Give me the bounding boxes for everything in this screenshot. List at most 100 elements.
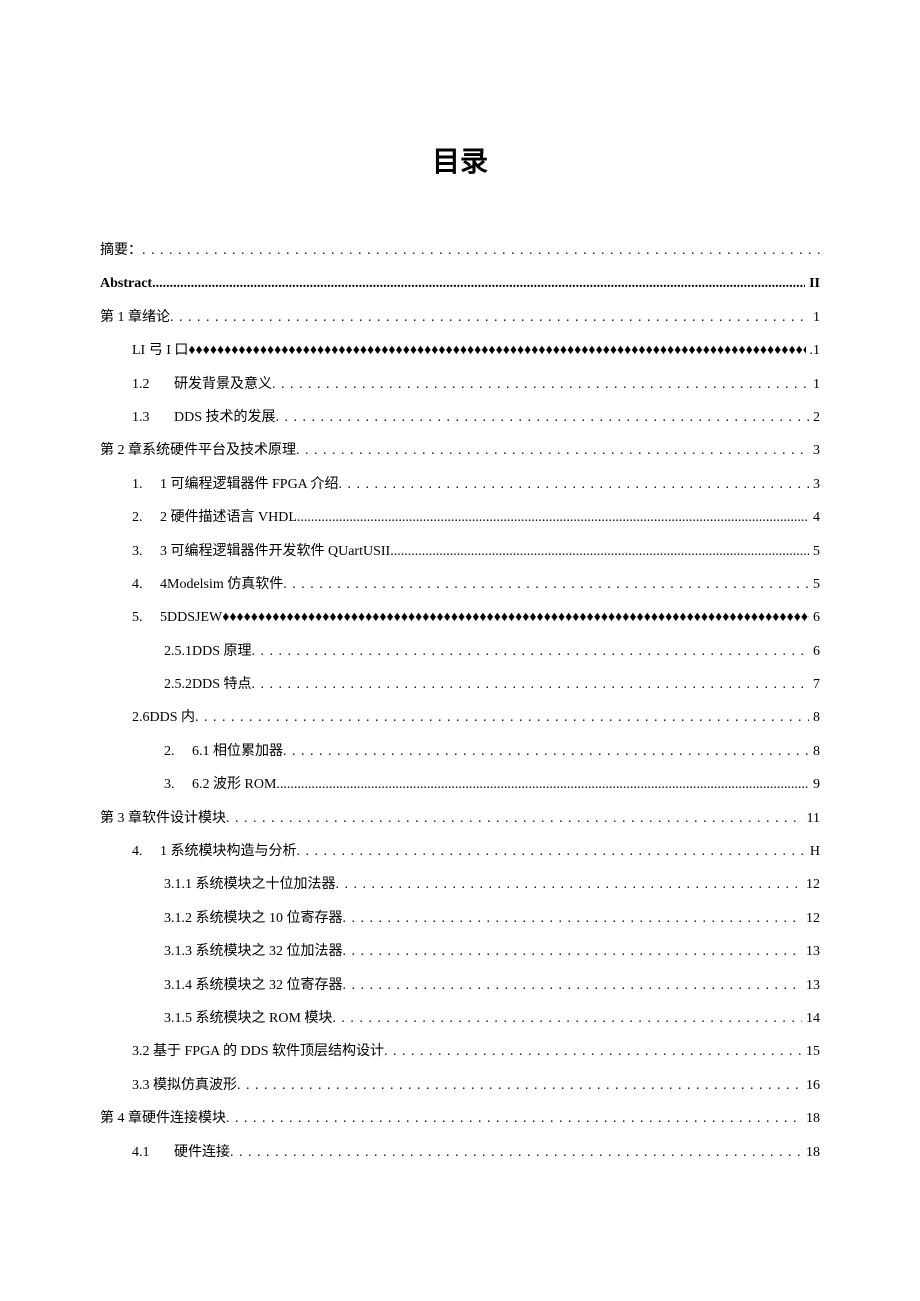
toc-label: 第 1 章绪论 [100,307,170,329]
toc-page-number: 5 [809,541,820,563]
toc-num: 2. [164,741,192,763]
toc-label: 4.1 系统模块构造与分析 [132,841,297,863]
toc-label: 第 3 章软件设计模块 [100,808,226,830]
toc-entry-ch3-1-5: 3.1.5 系统模块之 ROM 模块 14 [100,1008,820,1030]
toc-text: 2 硬件描述语言 VHDL [160,510,297,525]
toc-leader [276,774,809,796]
toc-label: 3.1.2 系统模块之 10 位寄存器 [164,908,343,930]
toc-label: LI 弓 I 口 [132,340,188,362]
toc-num: 1. [132,474,160,496]
toc-num: 4.1 [132,1142,160,1164]
toc-leader [332,1008,802,1030]
toc-text: 硬件连接 [174,1145,230,1160]
toc-num: 3. [132,541,160,563]
toc-page-number: 6 [809,641,820,663]
toc-page-number: 1 [809,307,820,329]
toc-leader [252,641,809,663]
toc-text: 5DDSJEW [160,610,222,625]
toc-label: 4.1 硬件连接 [132,1142,230,1164]
toc-label: 5.5DDSJEW [132,607,222,629]
toc-text: 研发背景及意义 [174,377,272,392]
toc-title: 目录 [100,140,820,180]
toc-entry-ch4: 第 4 章硬件连接模块 18 [100,1108,820,1130]
toc-entry-ch2-5-2: 2.5.2DDS 特点 7 [100,674,820,696]
toc-label: 3.1.3 系统模块之 32 位加法器 [164,941,343,963]
toc-entry-ch2-6-2: 3.6.2 波形 ROM 9 [100,774,820,796]
toc-leader [188,340,805,362]
toc-num: 4. [132,841,160,863]
toc-num: 5. [132,607,160,629]
toc-leader [390,541,809,563]
toc-leader [343,941,803,963]
toc-leader [195,707,809,729]
toc-entry-ch1: 第 1 章绪论 1 [100,307,820,329]
toc-leader [283,741,809,763]
toc-entry-ch2-6-1: 2.6.1 相位累加器 8 [100,741,820,763]
toc-page-number: 18 [802,1108,820,1130]
toc-entry-abstract-zh: 摘要： [100,240,820,262]
toc-page-number: 13 [802,975,820,997]
toc-label: 1.3 DDS 技术的发展 [132,407,276,429]
toc-page-number: 2 [809,407,820,429]
toc-entry-ch2-1: 1.1 可编程逻辑器件 FPGA 介绍 3 [100,474,820,496]
toc-label: Abstract [100,273,152,295]
toc-label: 1.1 可编程逻辑器件 FPGA 介绍 [132,474,339,496]
toc-label: 4.4Modelsim 仿真软件 [132,574,283,596]
toc-page-number: II [805,273,820,295]
toc-leader [297,841,806,863]
toc-page-number: 1 [809,374,820,396]
toc-num: 2. [132,507,160,529]
toc-leader [384,1041,802,1063]
toc-entry-ch3-1: 4.1 系统模块构造与分析 H [100,841,820,863]
toc-page-number: 8 [809,741,820,763]
toc-leader [252,674,809,696]
toc-label: 2.5.2DDS 特点 [164,674,252,696]
toc-entry-ch1-2: 1.2研发背景及意义 1 [100,374,820,396]
toc-num: 1.3 [132,407,160,429]
toc-leader [283,574,809,596]
toc-page-number: 14 [802,1008,820,1030]
toc-leader [297,507,809,529]
toc-text: 1 可编程逻辑器件 FPGA 介绍 [160,477,339,492]
toc-entry-ch2-5: 5.5DDSJEW 6 [100,607,820,629]
toc-entry-ch3-1-3: 3.1.3 系统模块之 32 位加法器 13 [100,941,820,963]
toc-page-number: H [806,841,820,863]
toc-text: 6.1 相位累加器 [192,744,283,759]
toc-label: 1.2研发背景及意义 [132,374,272,396]
toc-num: 4. [132,574,160,596]
toc-page-number: 13 [802,941,820,963]
toc-page-number: 3 [809,440,820,462]
toc-text: 3 可编程逻辑器件开发软件 QUartUSII [160,544,390,559]
toc-label: 2.2 硬件描述语言 VHDL [132,507,297,529]
toc-label: 2.6DDS 内 [132,707,195,729]
toc-leader [336,874,803,896]
toc-leader [152,273,805,295]
toc-entry-ch1-3: 1.3 DDS 技术的发展 2 [100,407,820,429]
toc-label: 3.1.1 系统模块之十位加法器 [164,874,336,896]
toc-page-number: 9 [809,774,820,796]
toc-label: 2.6.1 相位累加器 [164,741,283,763]
toc-leader [237,1075,802,1097]
toc-entry-ch4-1: 4.1 硬件连接 18 [100,1142,820,1164]
toc-entry-ch2: 第 2 章系统硬件平台及技术原理 3 [100,440,820,462]
toc-leader [142,240,820,262]
toc-leader [170,307,809,329]
document-page: 目录 摘要： Abstract II 第 1 章绪论 1 LI 弓 I 口 .1… [0,0,920,1235]
toc-page-number: 7 [809,674,820,696]
toc-page-number: 18 [802,1142,820,1164]
toc-entry-ch2-6: 2.6DDS 内 8 [100,707,820,729]
toc-label: 3.1.4 系统模块之 32 位寄存器 [164,975,343,997]
toc-entry-ch3-1-4: 3.1.4 系统模块之 32 位寄存器 13 [100,975,820,997]
toc-text: DDS 技术的发展 [174,410,276,425]
toc-label: 第 4 章硬件连接模块 [100,1108,226,1130]
toc-page-number: 15 [802,1041,820,1063]
toc-label: 3.1.5 系统模块之 ROM 模块 [164,1008,332,1030]
toc-page-number: 4 [809,507,820,529]
toc-entry-ch3: 第 3 章软件设计模块 11 [100,808,820,830]
toc-entry-ch2-3: 3.3 可编程逻辑器件开发软件 QUartUSII 5 [100,541,820,563]
toc-entry-ch2-5-1: 2.5.1DDS 原理 6 [100,641,820,663]
toc-entry-ch3-1-2: 3.1.2 系统模块之 10 位寄存器 12 [100,908,820,930]
toc-label: 3.3 模拟仿真波形 [132,1075,237,1097]
toc-label: 2.5.1DDS 原理 [164,641,252,663]
toc-leader [276,407,809,429]
